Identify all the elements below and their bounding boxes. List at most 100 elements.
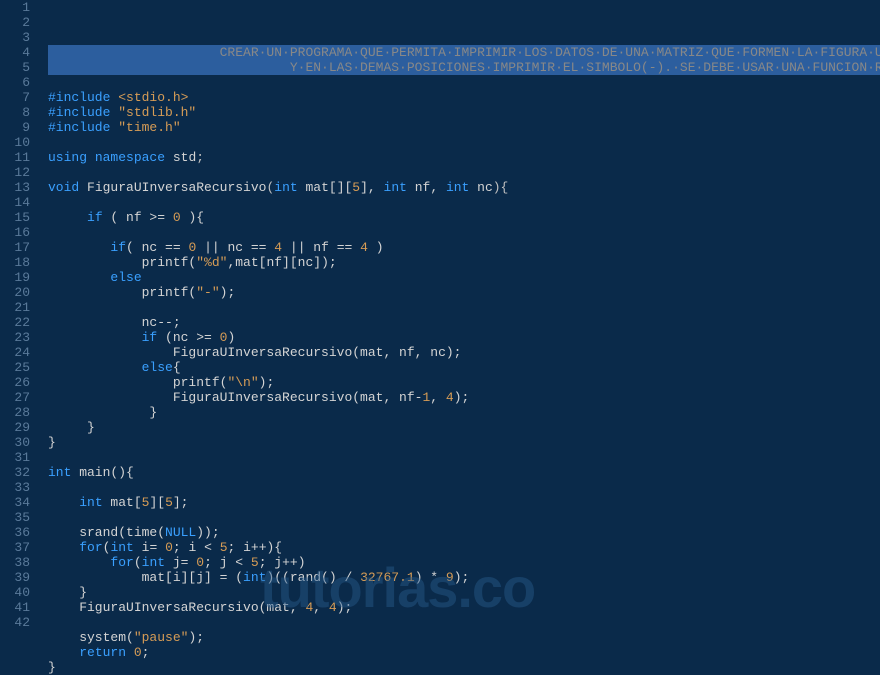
code-token: "stdlib.h" [118,105,196,120]
code-line[interactable] [48,135,880,150]
code-line[interactable]: nc--; [48,315,880,330]
code-token: 0 [134,645,142,660]
line-number: 13 [0,180,30,195]
code-line[interactable] [48,615,880,630]
line-number: 27 [0,390,30,405]
code-line[interactable]: } [48,660,880,675]
code-area[interactable]: tutorias.co CREAR·UN·PROGRAMA·QUE·PERMIT… [40,0,880,660]
code-line[interactable]: #include <stdio.h> [48,90,880,105]
code-token: 0 [196,555,204,570]
code-token: 32767.1 [360,570,415,585]
code-token: int [274,180,297,195]
code-line[interactable]: else{ [48,360,880,375]
line-number: 7 [0,90,30,105]
code-line[interactable]: #include "stdlib.h" [48,105,880,120]
code-line[interactable]: system("pause"); [48,630,880,645]
line-number: 20 [0,285,30,300]
code-line[interactable]: } [48,420,880,435]
line-number: 1 [0,0,30,15]
code-token: NULL [165,525,196,540]
code-token: { [173,360,181,375]
code-token: 5 [165,495,173,510]
code-line[interactable]: else [48,270,880,285]
code-line[interactable]: FiguraUInversaRecursivo(mat, nf-1, 4); [48,390,880,405]
code-token: namespace [95,150,165,165]
code-line[interactable]: } [48,405,880,420]
code-token: #include [48,105,118,120]
code-line[interactable]: if (nc >= 0) [48,330,880,345]
code-token: || nc == [196,240,274,255]
code-line[interactable]: mat[i][j] = (int)((rand() / 32767.1) * 9… [48,570,880,585]
line-number: 32 [0,465,30,480]
code-token: for [79,540,102,555]
code-line[interactable]: for(int j= 0; j < 5; j++) [48,555,880,570]
code-line[interactable]: int mat[5][5]; [48,495,880,510]
code-token: 0 [165,540,173,555]
code-token: printf( [48,375,227,390]
code-token [126,645,134,660]
code-token: ; j++) [259,555,306,570]
line-number: 6 [0,75,30,90]
code-token: ; j < [204,555,251,570]
code-line[interactable]: } [48,585,880,600]
code-line[interactable] [48,480,880,495]
code-line[interactable]: for(int i= 0; i < 5; i++){ [48,540,880,555]
code-token: FiguraUInversaRecursivo [87,180,266,195]
code-token: FiguraUInversaRecursivo(mat, nf, nc); [48,345,461,360]
code-token [87,150,95,165]
code-line[interactable] [48,165,880,180]
code-line[interactable] [48,75,880,90]
code-token: ][ [149,495,165,510]
code-token: else [110,270,141,285]
code-line[interactable]: #include "time.h" [48,120,880,135]
code-token: } [48,435,56,450]
code-editor[interactable]: 1234567891011121314151617181920212223242… [0,0,880,660]
line-number: 15 [0,210,30,225]
code-token: if [142,330,158,345]
code-token: } [48,660,56,675]
code-line[interactable]: FiguraUInversaRecursivo(mat, nf, nc); [48,345,880,360]
code-line[interactable]: printf("%d",mat[nf][nc]); [48,255,880,270]
code-token [48,210,87,225]
code-line[interactable]: srand(time(NULL)); [48,525,880,540]
code-line[interactable]: using namespace std; [48,150,880,165]
code-token: int [142,555,165,570]
code-line[interactable]: CREAR·UN·PROGRAMA·QUE·PERMITA·IMPRIMIR·L… [48,45,880,60]
code-line[interactable] [48,225,880,240]
code-line[interactable]: if( nc == 0 || nc == 4 || nf == 4 ) [48,240,880,255]
code-line[interactable] [48,510,880,525]
line-number: 22 [0,315,30,330]
line-number: 18 [0,255,30,270]
code-line[interactable] [48,195,880,210]
code-token: "pause" [134,630,189,645]
code-token: FiguraUInversaRecursivo(mat, [48,600,305,615]
code-line[interactable] [48,450,880,465]
code-line[interactable]: void FiguraUInversaRecursivo(int mat[][5… [48,180,880,195]
code-token: , [313,600,329,615]
code-line[interactable]: printf("-"); [48,285,880,300]
code-token: 4 [274,240,282,255]
code-line[interactable] [48,300,880,315]
line-number: 31 [0,450,30,465]
code-line[interactable]: printf("\n"); [48,375,880,390]
code-line[interactable]: FiguraUInversaRecursivo(mat, 4, 4); [48,600,880,615]
code-line[interactable]: return 0; [48,645,880,660]
line-number-gutter: 1234567891011121314151617181920212223242… [0,0,40,660]
code-token: i= [134,540,165,555]
code-token: int [446,180,469,195]
code-line[interactable]: int main(){ [48,465,880,480]
code-token [48,240,110,255]
line-number: 5 [0,60,30,75]
line-number: 41 [0,600,30,615]
code-token: #include [48,90,118,105]
code-token: void [48,180,79,195]
code-token [48,495,79,510]
code-token: if [110,240,126,255]
code-line[interactable]: Y·EN·LAS·DEMAS·POSICIONES·IMPRIMIR·EL·SI… [48,60,880,75]
code-line[interactable]: if ( nf >= 0 ){ [48,210,880,225]
line-number: 30 [0,435,30,450]
line-number: 39 [0,570,30,585]
code-token: nf, [407,180,446,195]
selected-text: CREAR·UN·PROGRAMA·QUE·PERMITA·IMPRIMIR·L… [48,45,880,60]
code-line[interactable]: } [48,435,880,450]
